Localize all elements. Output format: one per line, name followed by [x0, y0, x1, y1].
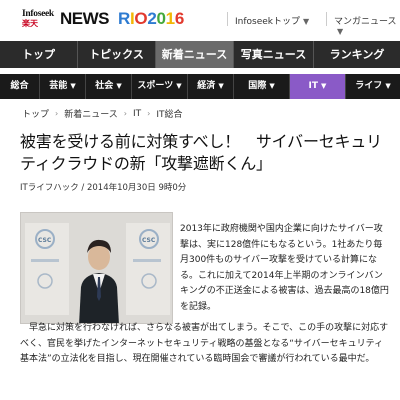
category-international[interactable]: 国際 ▼ [234, 74, 290, 99]
logo-infoseek-text: Infoseek [22, 9, 54, 19]
chevron-down-icon: ▼ [321, 82, 327, 90]
photo-logo-text: CSC [38, 237, 52, 244]
chevron-down-icon: ▼ [116, 82, 122, 90]
infoseek-logo[interactable]: Infoseek 楽天 [22, 9, 56, 28]
manga-news-label: マンガニュース [334, 17, 397, 27]
header-divider [227, 12, 228, 26]
presenter-photo-illustration: CSC CSC [21, 213, 172, 323]
main-nav: トップ トピックス 新着ニュース 写真ニュース ランキング [0, 41, 400, 68]
nav-top[interactable]: トップ [0, 41, 78, 68]
header-divider [326, 12, 327, 26]
article-date: 2014年10月30日 9時0分 [86, 183, 187, 193]
site-header: Infoseek 楽天 NEWS RIO2016 Infoseekトップ ▼ マン… [0, 0, 400, 40]
logo-rakuten-text: 楽天 [22, 19, 38, 28]
category-label: 総合 [10, 81, 29, 91]
infoseek-top-link[interactable]: Infoseekトップ ▼ [235, 14, 309, 27]
nav-new-news[interactable]: 新着ニュース [156, 41, 234, 68]
article-source-link[interactable]: ITライフハック [20, 183, 79, 193]
category-label: IT [308, 81, 319, 91]
breadcrumb-it[interactable]: IT [133, 109, 141, 119]
chevron-down-icon: ▼ [337, 27, 344, 36]
breadcrumb: トップ › 新着ニュース › IT › IT総合 [22, 107, 183, 121]
article-photo: CSC CSC [20, 212, 173, 324]
manga-news-link[interactable]: マンガニュース▼ [334, 14, 400, 37]
category-it[interactable]: IT ▼ [290, 74, 346, 99]
chevron-right-icon: › [147, 109, 151, 118]
breadcrumb-new-news[interactable]: 新着ニュース [64, 107, 118, 120]
nav-topics[interactable]: トピックス [78, 41, 156, 68]
chevron-down-icon: ▼ [303, 17, 310, 26]
category-sports[interactable]: スポーツ ▼ [132, 74, 188, 99]
article-title: 被害を受ける前に対策すべし！ サイバーセキュリティクラウドの新「攻撃遮断くん」 [20, 132, 382, 173]
category-general[interactable]: 総合 [0, 74, 40, 99]
category-entertainment[interactable]: 芸能 ▼ [40, 74, 86, 99]
news-wordmark[interactable]: NEWS [60, 9, 110, 29]
category-label: 芸能 [49, 81, 68, 91]
category-economy[interactable]: 経済 ▼ [188, 74, 234, 99]
category-label: ライフ [355, 81, 383, 91]
chevron-down-icon: ▼ [176, 82, 182, 90]
chevron-down-icon: ▼ [70, 82, 76, 90]
photo-logo-text: CSC [142, 237, 156, 244]
article-meta: ITライフハック / 2014年10月30日 9時0分 [20, 181, 186, 193]
breadcrumb-top[interactable]: トップ [22, 107, 49, 120]
chevron-right-icon: › [123, 109, 127, 118]
breadcrumb-it-general[interactable]: IT総合 [156, 107, 182, 120]
chevron-right-icon: › [55, 109, 59, 118]
category-nav: 総合 芸能 ▼ 社会 ▼ スポーツ ▼ 経済 ▼ 国際 ▼ IT ▼ ライフ ▼ [0, 74, 400, 99]
article-paragraph-1: 2013年に政府機関や国内企業に向けたサイバー攻撃は、実に128億件にもなるとい… [180, 224, 389, 312]
nav-photo-news[interactable]: 写真ニュース [234, 41, 314, 68]
category-label: 経済 [197, 81, 216, 91]
rio2016-logo[interactable]: RIO2016 [118, 9, 184, 29]
category-label: スポーツ [137, 81, 174, 91]
category-label: 国際 [248, 81, 267, 91]
infoseek-top-label: Infoseekトップ [235, 17, 301, 27]
article-paragraph-2: 早急に対策を行わなければ、さらなる被害が出てしまう。そこで、この手の攻撃に対応す… [20, 323, 389, 364]
category-society[interactable]: 社会 ▼ [86, 74, 132, 99]
chevron-down-icon: ▼ [218, 82, 224, 90]
nav-ranking[interactable]: ランキング [314, 41, 400, 68]
chevron-down-icon: ▼ [385, 82, 391, 90]
category-label: 社会 [95, 81, 114, 91]
chevron-down-icon: ▼ [269, 82, 275, 90]
category-life[interactable]: ライフ ▼ [346, 74, 400, 99]
